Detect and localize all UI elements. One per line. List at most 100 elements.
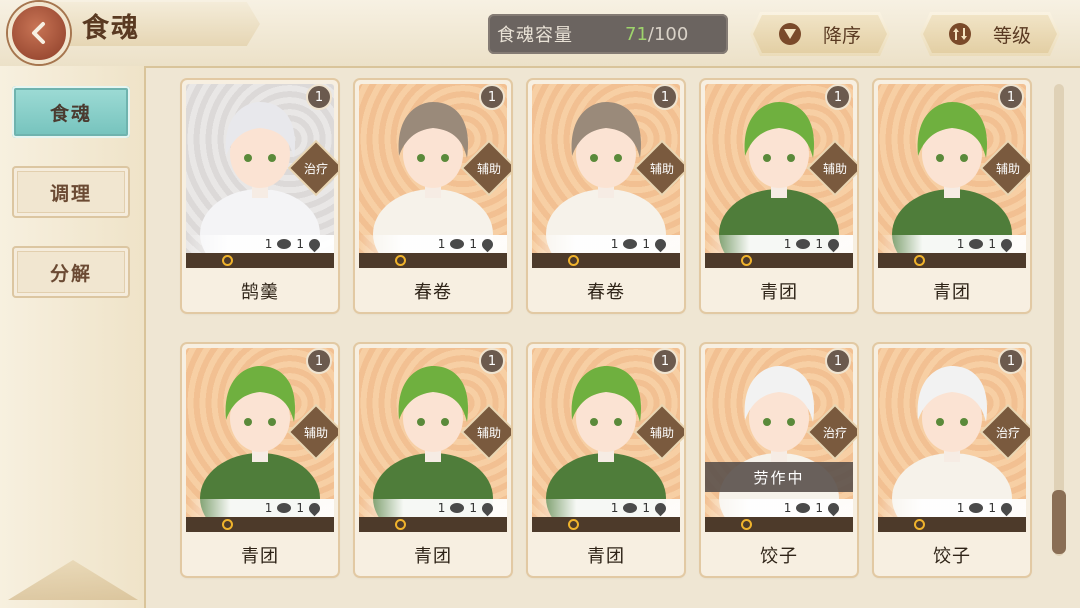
rarity-bar bbox=[705, 517, 853, 532]
food-soul-card[interactable]: 1 治疗 1 1 饺子 bbox=[874, 344, 1030, 576]
role-label: 治疗 bbox=[303, 162, 328, 176]
defense-stat-icon bbox=[479, 236, 496, 252]
stat-value-b: 1 bbox=[469, 237, 477, 251]
role-label: 辅助 bbox=[303, 426, 328, 440]
defense-stat-icon bbox=[479, 500, 496, 516]
tab-decompose[interactable]: 分解 bbox=[12, 246, 130, 298]
rarity-icon bbox=[568, 255, 579, 266]
stat-value-b: 1 bbox=[988, 237, 996, 251]
stat-value-b: 1 bbox=[296, 237, 304, 251]
card-name: 鹄羹 bbox=[241, 282, 279, 303]
card-name: 饺子 bbox=[760, 546, 798, 567]
sort-level-button[interactable]: 等级 bbox=[920, 12, 1060, 56]
rarity-icon bbox=[741, 519, 752, 530]
role-label: 治疗 bbox=[822, 426, 847, 440]
tab-prepare[interactable]: 调理 bbox=[12, 166, 130, 218]
attack-stat-icon bbox=[796, 503, 811, 513]
food-soul-card[interactable]: 1 辅助 1 1 青团 bbox=[874, 80, 1030, 312]
stats-row: 1 1 bbox=[705, 235, 853, 253]
stat-value-a: 1 bbox=[956, 237, 965, 251]
sort-level-label: 等级 bbox=[992, 24, 1031, 47]
sidebar-ornament bbox=[8, 560, 138, 600]
character-eye bbox=[787, 418, 795, 426]
character-eye bbox=[417, 154, 425, 162]
stats-row: 1 1 bbox=[532, 499, 680, 517]
attack-stat-icon bbox=[969, 239, 984, 249]
stats-row: 1 1 bbox=[186, 499, 334, 517]
defense-stat-icon bbox=[306, 236, 323, 252]
stat-value-a: 1 bbox=[783, 237, 792, 251]
sort-order-button[interactable]: 降序 bbox=[750, 12, 890, 56]
defense-stat-icon bbox=[652, 236, 669, 252]
attack-stat-icon bbox=[277, 503, 292, 513]
character-eye bbox=[590, 418, 598, 426]
defense-stat-icon bbox=[652, 500, 669, 516]
attack-stat-icon bbox=[796, 239, 811, 249]
card-name: 青团 bbox=[241, 546, 279, 567]
rarity-icon bbox=[395, 255, 406, 266]
role-label: 辅助 bbox=[649, 162, 674, 176]
card-name: 青团 bbox=[933, 282, 971, 303]
food-soul-card[interactable]: 1 辅助 1 1 春卷 bbox=[528, 80, 684, 312]
rarity-icon bbox=[222, 519, 233, 530]
stats-row: 1 1 bbox=[359, 235, 507, 253]
rarity-icon bbox=[914, 519, 925, 530]
scrollbar-thumb[interactable] bbox=[1052, 490, 1066, 554]
character-eye bbox=[244, 418, 252, 426]
card-name: 青团 bbox=[414, 546, 452, 567]
character-eye bbox=[763, 418, 771, 426]
attack-stat-icon bbox=[623, 239, 638, 249]
card-name: 饺子 bbox=[933, 546, 971, 567]
scrollbar-track[interactable] bbox=[1054, 84, 1064, 556]
stat-value-a: 1 bbox=[956, 501, 965, 515]
level-badge: 1 bbox=[479, 84, 505, 110]
attack-stat-icon bbox=[450, 503, 465, 513]
role-label: 治疗 bbox=[995, 426, 1020, 440]
attack-stat-icon bbox=[969, 503, 984, 513]
rarity-icon bbox=[222, 255, 233, 266]
character-eye bbox=[268, 154, 276, 162]
stat-value-a: 1 bbox=[264, 501, 273, 515]
character-eye bbox=[936, 418, 944, 426]
stat-value-a: 1 bbox=[610, 237, 619, 251]
role-label: 辅助 bbox=[476, 426, 501, 440]
rarity-bar bbox=[878, 253, 1026, 268]
stat-value-b: 1 bbox=[296, 501, 304, 515]
rarity-bar bbox=[532, 517, 680, 532]
stat-value-b: 1 bbox=[815, 237, 823, 251]
sort-order-label: 降序 bbox=[822, 24, 861, 47]
level-badge: 1 bbox=[652, 84, 678, 110]
tab-food-souls[interactable]: 食魂 bbox=[12, 86, 130, 138]
rarity-icon bbox=[741, 255, 752, 266]
food-soul-card[interactable]: 1 辅助 1 1 春卷 bbox=[355, 80, 511, 312]
food-soul-card[interactable]: 1 辅助 1 1 青团 bbox=[528, 344, 684, 576]
defense-stat-icon bbox=[998, 236, 1015, 252]
title-ribbon bbox=[40, 2, 260, 46]
level-badge: 1 bbox=[998, 84, 1024, 110]
character-eye bbox=[763, 154, 771, 162]
stat-value-a: 1 bbox=[437, 501, 446, 515]
character-eye bbox=[441, 154, 449, 162]
attack-stat-icon bbox=[623, 503, 638, 513]
status-overlay: 劳作中 bbox=[705, 462, 853, 492]
level-badge: 1 bbox=[825, 348, 851, 374]
character-eye bbox=[787, 154, 795, 162]
stat-value-b: 1 bbox=[988, 501, 996, 515]
rarity-bar bbox=[705, 253, 853, 268]
character-eye bbox=[614, 154, 622, 162]
page-title: 食魂 bbox=[82, 13, 140, 44]
food-soul-card[interactable]: 1 治疗 1 1 鹄羹 bbox=[182, 80, 338, 312]
defense-stat-icon bbox=[306, 500, 323, 516]
food-soul-card[interactable]: 1 治疗 1 1 饺子 劳作中 bbox=[701, 344, 857, 576]
food-soul-card[interactable]: 1 辅助 1 1 青团 bbox=[182, 344, 338, 576]
food-soul-card[interactable]: 1 辅助 1 1 青团 bbox=[701, 80, 857, 312]
character-eye bbox=[417, 418, 425, 426]
swap-icon bbox=[949, 23, 971, 45]
food-soul-card[interactable]: 1 辅助 1 1 青团 bbox=[355, 344, 511, 576]
character-eye bbox=[268, 418, 276, 426]
level-badge: 1 bbox=[306, 348, 332, 374]
rarity-bar bbox=[186, 517, 334, 532]
back-button[interactable] bbox=[8, 2, 70, 64]
level-badge: 1 bbox=[998, 348, 1024, 374]
capacity-current: 71 bbox=[625, 23, 648, 45]
